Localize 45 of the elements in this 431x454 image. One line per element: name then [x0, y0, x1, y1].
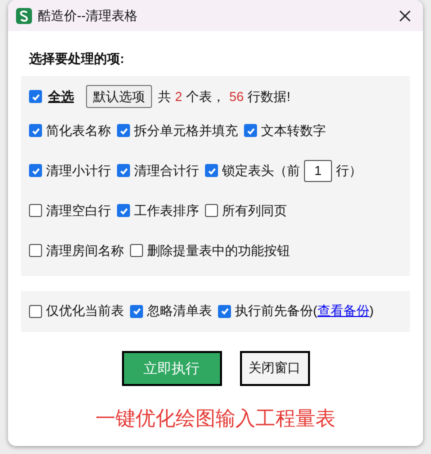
option-label: 拆分单元格并填充 — [134, 122, 238, 140]
option-label: 清理合计行 — [134, 162, 199, 180]
option-label: 简化表名称 — [46, 122, 111, 140]
option-label: 所有列同页 — [222, 202, 287, 220]
option-label: 行） — [336, 162, 362, 180]
row-count-field[interactable]: 1 — [304, 160, 332, 182]
option-label: 执行前先备份(查看备份) — [235, 302, 374, 320]
summary-text: 个表， — [186, 88, 226, 106]
checkbox[interactable] — [29, 304, 42, 318]
summary-text: 共 — [158, 88, 171, 106]
summary-text: 行数据! — [248, 88, 290, 106]
checkbox[interactable] — [117, 164, 130, 177]
option-label: 锁定表头（前 — [222, 162, 300, 180]
checkbox[interactable] — [117, 124, 130, 137]
select-all-label[interactable]: 全选 — [48, 86, 74, 106]
checkbox[interactable] — [130, 244, 143, 257]
checkbox[interactable] — [29, 124, 42, 137]
checkbox[interactable] — [244, 124, 257, 137]
checkbox[interactable] — [205, 164, 218, 177]
promo-caption: 一键优化绘图输入工程量表 — [96, 406, 336, 432]
close-icon[interactable] — [399, 10, 411, 22]
section-heading: 选择要处理的项: — [29, 50, 126, 68]
checkbox[interactable] — [130, 304, 143, 318]
checkbox[interactable] — [218, 304, 231, 318]
view-backup-link[interactable]: 查看备份 — [317, 303, 370, 318]
option-label: 工作表排序 — [134, 202, 199, 220]
option-label: 清理房间名称 — [46, 242, 124, 260]
checkbox[interactable] — [205, 204, 218, 217]
count-number: 2 — [175, 88, 182, 106]
checkbox[interactable] — [29, 164, 42, 177]
window-title: 酷造价--清理表格 — [38, 6, 138, 25]
option-label: 忽略清单表 — [147, 302, 212, 320]
checkbox[interactable] — [29, 90, 42, 103]
checkbox[interactable] — [117, 204, 130, 217]
option-label: 删除提量表中的功能按钮 — [147, 242, 290, 260]
checkbox[interactable] — [29, 244, 42, 257]
count-number: 56 — [229, 88, 244, 106]
option-label: 清理空白行 — [46, 202, 111, 220]
app-logo-icon — [16, 8, 32, 24]
option-label: 清理小计行 — [46, 162, 111, 180]
checkbox[interactable] — [29, 204, 42, 217]
close-window-button[interactable]: 关闭窗口 — [240, 350, 310, 386]
option-label: 仅优化当前表 — [46, 302, 124, 320]
option-label: 文本转数字 — [261, 122, 326, 140]
default-options-button[interactable]: 默认选项 — [86, 85, 152, 108]
